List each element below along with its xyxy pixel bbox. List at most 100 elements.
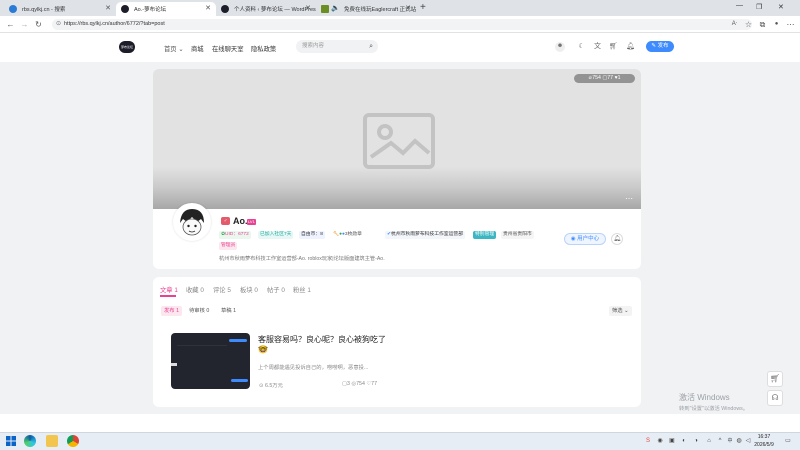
clock-date[interactable]: 2026/5/9 (751, 442, 777, 448)
browser-tab-strip: rbs.qylkj.cn - 搜索 ✕ Ao.-萝布论坛 ✕ 个人资料 ‹ 萝布… (0, 0, 800, 16)
cover-more-icon[interactable]: ⋯ (625, 194, 633, 203)
tray-app-icon[interactable]: S (644, 437, 652, 445)
tab-followers[interactable]: 粉丝 1 (293, 285, 311, 294)
tray-app-icon[interactable]: ▣ (668, 437, 676, 445)
username: Ao. (233, 216, 248, 226)
collections-icon[interactable]: ⧉ (757, 19, 768, 30)
nav-item-home[interactable]: 首页 ⌄ (164, 44, 184, 53)
subtab-pending[interactable]: 待审核 0 (186, 306, 212, 316)
user-circle-icon: ◉ (570, 236, 576, 242)
post-thumbnail[interactable] (171, 333, 250, 389)
favorite-star-icon[interactable]: ☆ (743, 19, 754, 30)
more-menu-icon[interactable]: ⋯ (785, 19, 796, 30)
reload-icon[interactable]: ↻ (33, 19, 44, 30)
points-badge: 自由币：8 (299, 231, 325, 239)
tray-chevron-icon[interactable]: ^ (716, 437, 724, 445)
windows-start-icon[interactable] (5, 435, 17, 447)
sort-dropdown[interactable]: 筛选 ⌄ (609, 306, 632, 316)
location-badge: 贵州省贵阳市 (501, 231, 534, 239)
tray-app-icon[interactable]: ◐ (680, 437, 688, 445)
verified-badge: ✔杭州市秋雨萝布科技工作室运营部 (385, 231, 465, 239)
browser-tab-wordpress[interactable]: 个人资料 ‹ 萝布论坛 — WordPress ✕ (216, 2, 316, 16)
minimize-button[interactable]: — (736, 2, 743, 9)
browser-tab-search[interactable]: rbs.qylkj.cn - 搜索 ✕ (4, 2, 116, 16)
activation-watermark: 激活 Windows (679, 393, 730, 402)
user-bio: 杭州市秋雨萝布科技工作室运营部-Ao. roblox玩家|论坛版面建筑主管-Ao… (219, 256, 385, 262)
float-support-button[interactable]: ☊ (767, 390, 783, 406)
user-center-button[interactable]: ◉ 用户中心 (564, 233, 606, 245)
active-tab-underline (160, 295, 176, 297)
level-badge: LV1 (247, 219, 256, 225)
close-tab-icon[interactable]: ✕ (205, 4, 211, 12)
thumbnail-divider (177, 345, 227, 346)
search-icon[interactable]: ⌕ (369, 40, 373, 53)
close-window-button[interactable]: ✕ (778, 3, 784, 11)
tray-app-icon[interactable]: ⌂ (705, 437, 713, 445)
address-bar: ← → ↻ ⊙ https://rbs.qylkj.cn/author/6772… (0, 16, 800, 33)
notify-bell-button[interactable]: 🔔︎ (611, 233, 623, 245)
close-tab-icon[interactable]: ✕ (105, 4, 111, 12)
cover-stats: 🔥︎754 ▢77 ♥1 (574, 74, 635, 83)
site-favicon-icon (221, 5, 229, 13)
file-explorer-icon[interactable] (46, 435, 58, 447)
bell-icon[interactable]: 🔔︎ (626, 42, 635, 51)
notification-icon[interactable]: ▭ (784, 437, 792, 445)
post-title[interactable]: 客服容易吗？良心呢？良心被狗吃了 (258, 334, 386, 345)
translate-icon[interactable]: 文 (593, 42, 602, 51)
subtab-drafts[interactable]: 草稿 1 (218, 306, 239, 316)
activation-watermark-hint: 转到"设置"以激活 Windows。 (679, 406, 749, 412)
page-footer-strip (0, 414, 800, 432)
chat-bubble-shape (231, 379, 248, 382)
edge-taskbar-icon[interactable] (24, 435, 36, 447)
tab-posts[interactable]: 帖子 0 (267, 285, 285, 294)
profile-icon[interactable]: ● (771, 19, 782, 30)
new-tab-button[interactable]: + (420, 2, 426, 13)
close-tab-icon[interactable]: ✕ (305, 4, 311, 12)
search-input[interactable]: 搜索内容 ⌕ (296, 40, 378, 53)
tab-comments[interactable]: 评论 5 (213, 285, 231, 294)
nav-item-chatroom[interactable]: 在线聊天室 (212, 44, 243, 53)
browser-tab-profile[interactable]: Ao.-萝布论坛 ✕ (116, 2, 216, 16)
medals-badge[interactable]: 🔧︎●●3枚勋章 (331, 231, 364, 239)
joined-badge: 已加入社区7天 (258, 231, 294, 239)
input-method-icon[interactable]: 中 (726, 437, 734, 445)
tray-app-icon[interactable]: ◉ (656, 437, 664, 445)
tab-articles[interactable]: 文章 1 (160, 285, 178, 294)
chat-bubble-shape (171, 363, 177, 366)
pencil-icon: ✎ (651, 43, 657, 49)
read-aloud-icon[interactable]: Aᐧ (729, 19, 740, 30)
cart-icon[interactable]: 🛒︎ (609, 42, 618, 51)
post-excerpt: 上个周都能遇见投诉自己的，唠唠啊，恶意投... (258, 365, 369, 371)
publish-button[interactable]: ✎ 发布 (646, 41, 674, 52)
back-icon[interactable]: ← (5, 19, 16, 30)
network-icon[interactable]: ◍ (735, 437, 743, 445)
tab-favorites[interactable]: 收藏 0 (186, 285, 204, 294)
subtab-published[interactable]: 发布 1 (161, 306, 183, 316)
url-input[interactable]: ⊙ https://rbs.qylkj.cn/author/6772/?tab=… (52, 19, 752, 30)
close-tab-icon[interactable]: ✕ (405, 4, 411, 12)
chevron-down-icon: ⌄ (624, 308, 629, 314)
profile-cover: ⋯ (153, 69, 641, 209)
tab-sections[interactable]: 板块 0 (240, 285, 258, 294)
browser-tab-eaglercraft[interactable]: 🔈 免费在线玩Eaglercraft 正式站 ✕ (316, 2, 416, 16)
float-cart-button[interactable]: 🛒︎ (767, 371, 783, 387)
nav-item-shop[interactable]: 商城 (191, 44, 204, 53)
moon-icon[interactable]: ☾ (577, 42, 586, 51)
avatar[interactable] (173, 203, 211, 241)
chrome-taskbar-icon[interactable] (67, 435, 79, 447)
admin-badge: 管理员 (219, 242, 238, 250)
nav-item-privacy[interactable]: 隐私政策 (251, 44, 276, 53)
chat-bubble-shape (229, 339, 247, 342)
user-avatar-icon[interactable]: ☻ (555, 42, 565, 52)
clock-time[interactable]: 16:37 (753, 434, 775, 440)
lock-icon: ⊙ (56, 21, 62, 27)
post-stats: ▢3 ◎754 ♡77 (342, 381, 378, 387)
maximize-button[interactable]: ❐ (756, 3, 762, 11)
post-emoji: 🤓 (258, 345, 268, 354)
forward-icon[interactable]: → (19, 19, 30, 30)
coin-icon: ⊙ (259, 383, 264, 389)
site-logo[interactable]: 萝布论坛 (119, 41, 135, 53)
tray-app-icon[interactable]: ◑ (692, 437, 700, 445)
speaker-icon[interactable]: 🔈 (331, 4, 340, 12)
role-badge: 特别管理 (473, 231, 497, 239)
